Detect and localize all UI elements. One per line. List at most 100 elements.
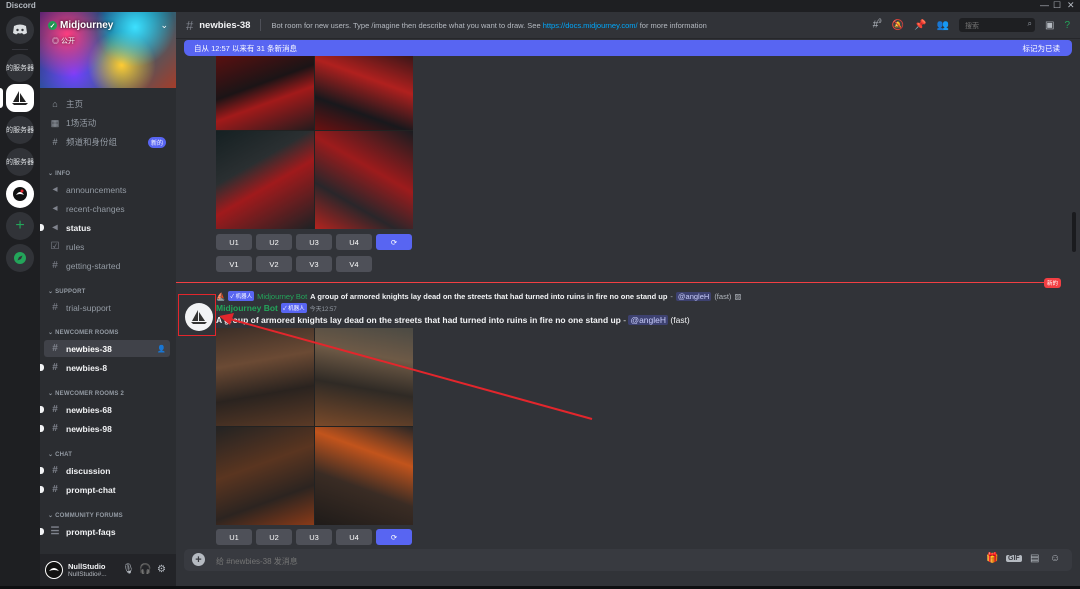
server-visibility: ◎ 公开 [52,38,75,45]
category-support[interactable]: ⌄ SUPPORT [48,288,86,295]
category-community-forums[interactable]: ⌄ COMMUNITY FORUMS [48,512,123,519]
window-titlebar: Discord — ☐ ✕ [0,0,1080,12]
search-input[interactable] [962,19,1027,33]
close-icon[interactable]: ✕ [1067,0,1075,11]
avatar[interactable] [45,561,63,579]
user-mention[interactable]: @angleH [628,315,669,325]
reply-mention[interactable]: @angleH [675,291,712,301]
channel-trial-support[interactable]: # trial-support [44,299,170,316]
generated-image[interactable] [315,131,413,229]
category-info[interactable]: ⌄ INFO [48,170,70,177]
notifications-muted-icon[interactable]: 🔕 [892,20,904,31]
u2-button[interactable]: U2 [256,234,292,250]
category-newcomer-rooms-2[interactable]: ⌄ NEWCOMER ROOMS 2 [48,390,124,397]
v3-button[interactable]: V3 [296,256,332,272]
channel-newbies-8[interactable]: # newbies-8 [40,359,170,376]
threads-icon[interactable]: #9 [873,19,882,30]
new-messages-divider [176,282,1052,283]
message-header: Midjourney Bot ✓ 机器人 今天12:57 [216,303,337,313]
docs-link[interactable]: https://docs.midjourney.com/ [543,21,638,30]
sticker-icon[interactable]: ▤ [1030,553,1039,564]
microphone-icon[interactable]: 🎙 [122,564,135,575]
message-content: A group of armored knights lay dead on t… [216,315,690,325]
generated-image[interactable] [315,427,413,525]
category-newcomer-rooms[interactable]: ⌄ NEWCOMER ROOMS [48,329,119,336]
discord-home-icon[interactable] [6,16,34,44]
search-box[interactable]: ⌕ [958,18,1035,33]
u1-button[interactable]: U1 [216,529,252,545]
channel-topic[interactable]: Bot room for new users. Type /imagine th… [271,21,706,30]
message-input[interactable] [214,553,818,569]
message-author[interactable]: Midjourney Bot [216,303,278,313]
pin-icon[interactable]: 📌 [914,20,926,31]
generated-image[interactable] [315,56,413,130]
generated-image[interactable] [216,328,314,426]
server-rail: 的服务器 的服务器 的服务器 + [0,12,40,589]
server-item[interactable] [6,180,34,208]
generated-image[interactable] [216,131,314,229]
image-grid-previous[interactable] [216,56,413,229]
v2-button[interactable]: V2 [256,256,292,272]
gif-icon[interactable]: GIF [1006,555,1022,562]
emoji-icon[interactable]: ☺ [1050,553,1060,564]
home-icon: ⌂ [52,99,58,109]
v4-button[interactable]: V4 [336,256,372,272]
gift-icon[interactable]: 🎁 [986,553,998,564]
headphones-icon[interactable]: 🎧 [139,564,151,575]
explore-icon[interactable] [6,244,34,272]
reroll-button[interactable]: ⟳ [376,234,412,250]
nav-channels-roles[interactable]: # 频道和身份组 新的 [48,134,172,150]
nav-home[interactable]: ⌂ 主页 [48,96,172,112]
u3-button[interactable]: U3 [296,234,332,250]
channel-newbies-98[interactable]: # newbies-98 [40,420,170,437]
channel-status[interactable]: ◂ status [40,219,170,236]
reroll-button[interactable]: ⟳ [376,529,412,545]
channel-recent-changes[interactable]: ◂ recent-changes [44,200,170,217]
chevron-down-icon[interactable]: ⌄ [160,20,168,31]
generated-image[interactable] [216,56,314,130]
u3-button[interactable]: U3 [296,529,332,545]
verified-icon: ✓ [48,21,57,30]
channel-header: # newbies-38 Bot room for new users. Typ… [176,12,1080,39]
server-item[interactable]: 的服务器 [6,148,34,176]
annotation-box [178,294,216,336]
add-member-icon[interactable]: 👤 [157,345,166,353]
channel-prompt-chat[interactable]: # prompt-chat [40,481,170,498]
channel-newbies-68[interactable]: # newbies-68 [40,401,170,418]
u2-button[interactable]: U2 [256,529,292,545]
image-grid[interactable] [216,328,413,525]
reply-reference[interactable]: ⛵ ✓ 机器人 Midjourney Bot A group of armore… [216,291,742,301]
channel-discussion[interactable]: # discussion [40,462,170,479]
upload-plus-icon[interactable]: + [192,553,205,566]
mark-as-read-button[interactable]: 标记为已读 [1023,43,1061,54]
channel-prompt-faqs[interactable]: ☰ prompt-faqs [40,523,170,540]
maximize-icon[interactable]: ☐ [1053,0,1061,11]
minimize-icon[interactable]: — [1040,0,1049,10]
channel-rules[interactable]: ☑ rules [44,238,170,255]
server-item[interactable]: 的服务器 [6,54,34,82]
channel-getting-started[interactable]: # getting-started [44,257,170,274]
u4-button[interactable]: U4 [336,234,372,250]
category-chat[interactable]: ⌄ CHAT [48,451,72,458]
nav-events[interactable]: ▦ 1场活动 [48,115,172,131]
generated-image[interactable] [315,328,413,426]
gear-icon[interactable]: ⚙ [157,564,166,575]
u1-button[interactable]: U1 [216,234,252,250]
inbox-icon[interactable]: ▣ [1045,20,1054,31]
u4-button[interactable]: U4 [336,529,372,545]
hash-icon: # [52,465,58,476]
help-icon[interactable]: ? [1064,20,1070,31]
channel-newbies-38[interactable]: # newbies-38 👤 [44,340,170,357]
new-messages-bar[interactable]: 自从 12:57 以来有 31 条新消息 标记为已读 [184,40,1072,56]
bot-tag: ✓ 机器人 [228,291,255,301]
generated-image[interactable] [216,427,314,525]
v1-button[interactable]: V1 [216,256,252,272]
channel-announcements[interactable]: ◂ announcements [44,181,170,198]
server-name[interactable]: ✓ Midjourney [48,20,113,31]
server-item[interactable]: 的服务器 [6,116,34,144]
add-server-icon[interactable]: + [6,212,34,240]
server-midjourney[interactable] [6,84,34,112]
scrollbar[interactable] [1072,212,1076,252]
member-list-icon[interactable]: 👥 [937,20,949,31]
server-banner[interactable]: ✓ Midjourney ⌄ ◎ 公开 [40,12,176,88]
